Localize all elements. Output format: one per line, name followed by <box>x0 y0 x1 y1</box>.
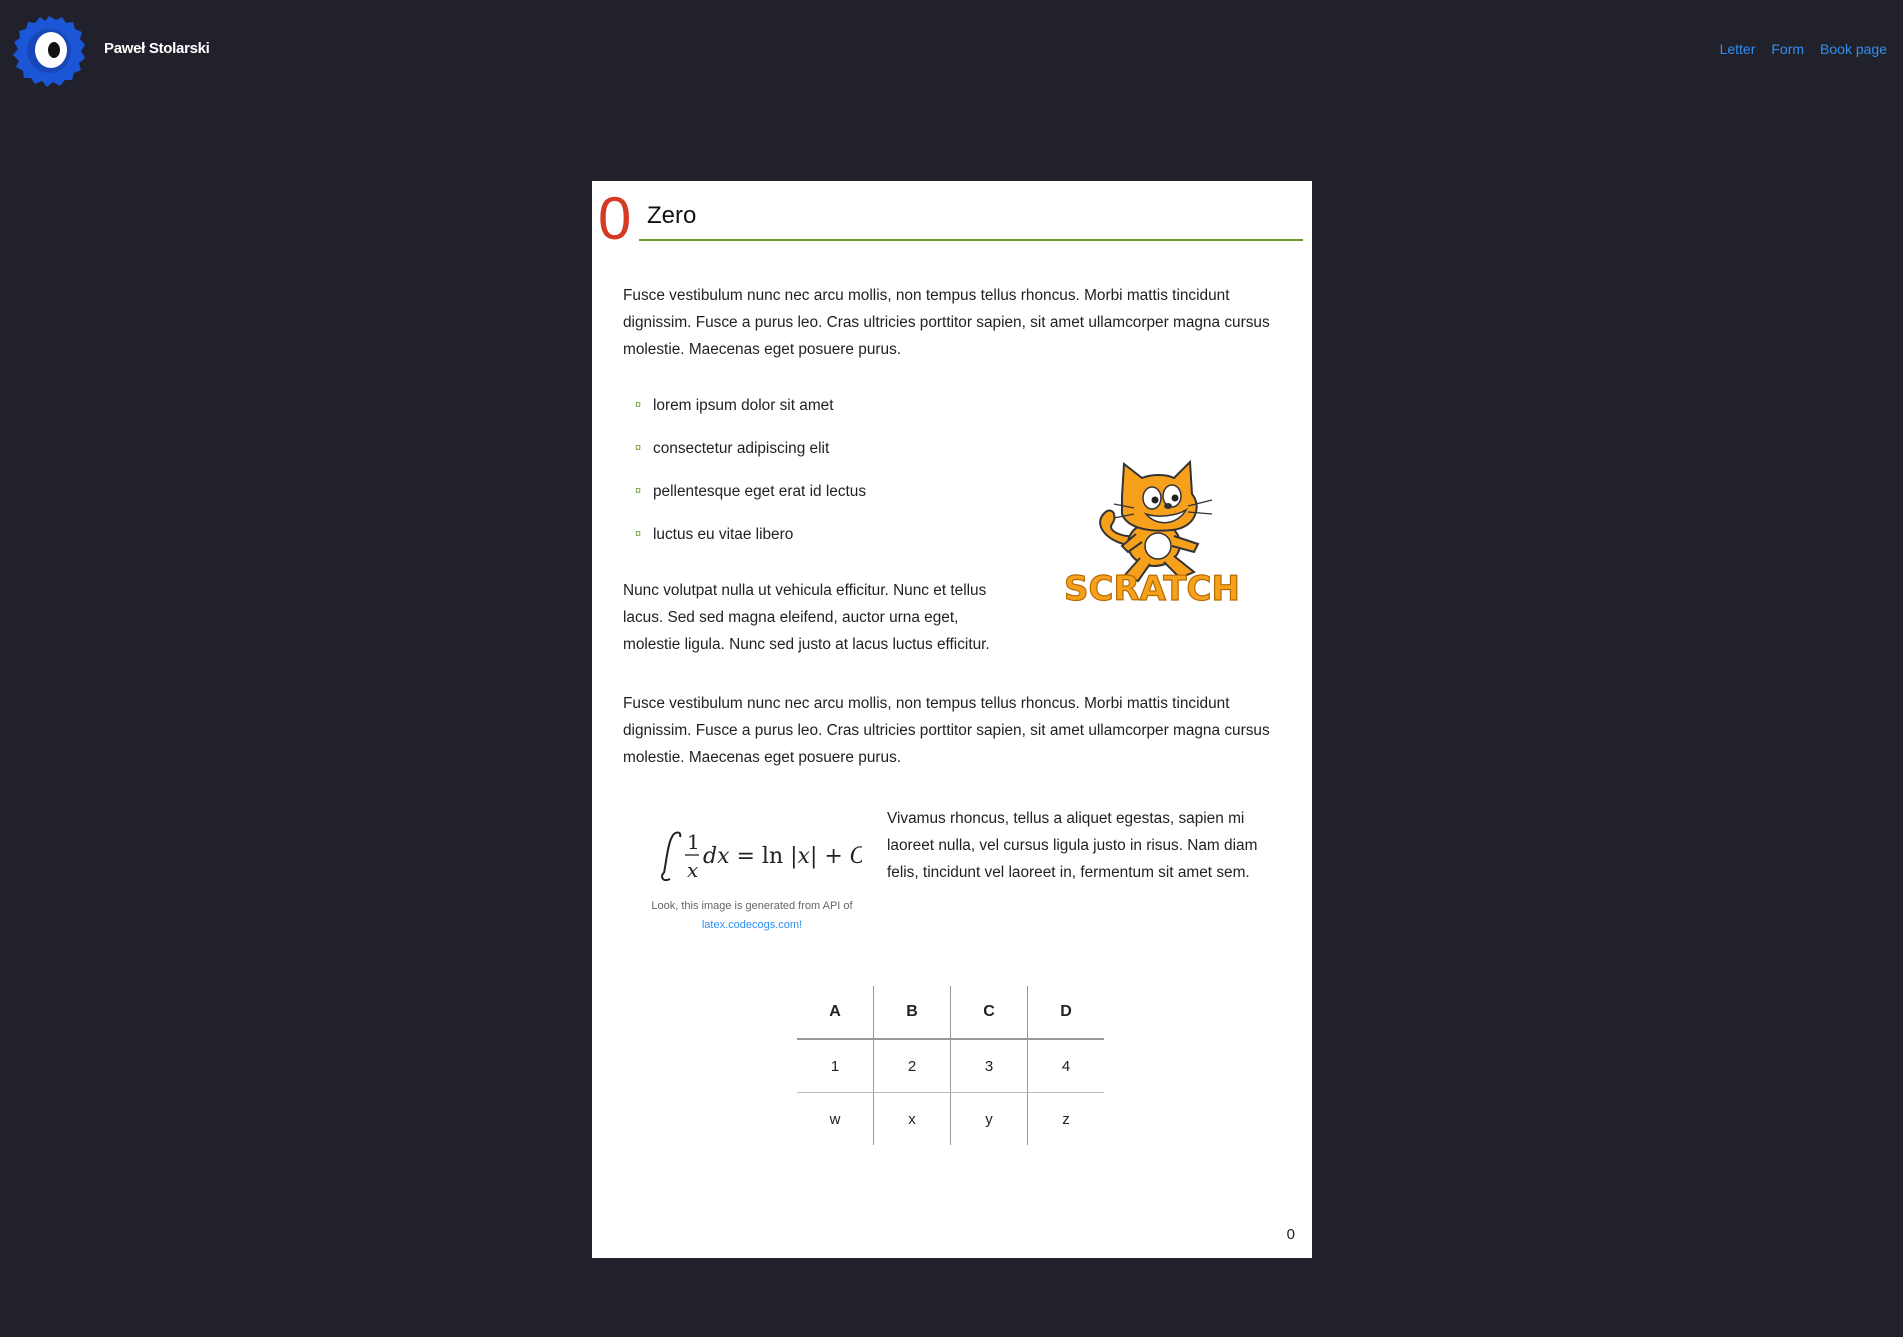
list-item: ¤ luctus eu vitae libero <box>635 521 866 564</box>
formula-caption: Look, this image is generated from API o… <box>651 900 853 931</box>
table-header-row: A B C D <box>797 986 1104 1040</box>
codecogs-link[interactable]: latex.codecogs.com! <box>702 919 802 931</box>
scratch-cat-image: SCRATCH <box>1063 459 1241 610</box>
chapter-title: Zero <box>647 202 697 229</box>
table-header-cell: D <box>1027 986 1104 1040</box>
table-header-cell: B <box>873 986 951 1040</box>
table-cell: x <box>873 1092 951 1145</box>
chapter-divider <box>639 239 1303 241</box>
paragraph-3: Fusce vestibulum nunc nec arcu mollis, n… <box>623 695 1270 766</box>
nav-link-book-page[interactable]: Book page <box>1820 41 1887 57</box>
latex-formula-image: 1 x dx = ln |x| + C <box>661 830 862 882</box>
table-header-cell: A <box>797 986 874 1040</box>
table-cell: 2 <box>873 1039 951 1093</box>
paragraph-1: Fusce vestibulum nunc nec arcu mollis, n… <box>623 287 1270 358</box>
table-cell: 1 <box>797 1039 874 1093</box>
paragraph-4: Vivamus rhoncus, tellus a aliquet egesta… <box>887 810 1258 881</box>
table-header-cell: C <box>950 986 1028 1040</box>
table-cell: y <box>950 1092 1028 1145</box>
logo-icon[interactable] <box>12 14 86 88</box>
page-number: 0 <box>1286 1226 1295 1243</box>
list-item: ¤ lorem ipsum dolor sit amet <box>635 392 866 435</box>
bullet-icon: ¤ <box>635 399 642 411</box>
bullet-list: ¤ lorem ipsum dolor sit amet ¤ consectetur… <box>635 392 866 564</box>
chapter-number: 0 <box>598 185 632 252</box>
list-item: ¤ consectetur adipiscing elit <box>635 435 866 478</box>
nav-link-letter[interactable]: Letter <box>1720 41 1756 57</box>
table-cell: w <box>829 1110 841 1128</box>
list-item: ¤ pellentesque eget erat id lectus <box>635 478 866 521</box>
table-cell: z <box>1027 1092 1104 1145</box>
svg-text:1: 1 <box>687 830 700 854</box>
data-table: A B C D 1 2 3 4 w x y z <box>797 986 1104 1145</box>
nav-link-form[interactable]: Form <box>1771 41 1804 57</box>
bullet-icon: ¤ <box>635 528 642 540</box>
bullet-icon: ¤ <box>635 442 642 454</box>
svg-text:dx = ln |x| + C: dx = ln |x| + C <box>703 844 862 869</box>
svg-text:x: x <box>687 858 698 882</box>
scratch-logo-text: SCRATCH <box>1064 569 1240 609</box>
table-row: w x y z <box>797 1092 1104 1145</box>
table-cell: 3 <box>950 1039 1028 1093</box>
paragraph-2: Nunc volutpat nulla ut vehicula efficitu… <box>623 582 990 653</box>
book-page: 0 Zero Fusce vestibulum nunc nec arcu mo… <box>592 181 1312 1258</box>
table-row: 1 2 3 4 <box>797 1039 1104 1093</box>
top-nav: Letter Form Book page <box>1720 41 1887 57</box>
bullet-icon: ¤ <box>635 485 642 497</box>
table-cell: 4 <box>1027 1039 1104 1093</box>
brand-name[interactable]: Paweł Stolarski <box>104 40 210 57</box>
